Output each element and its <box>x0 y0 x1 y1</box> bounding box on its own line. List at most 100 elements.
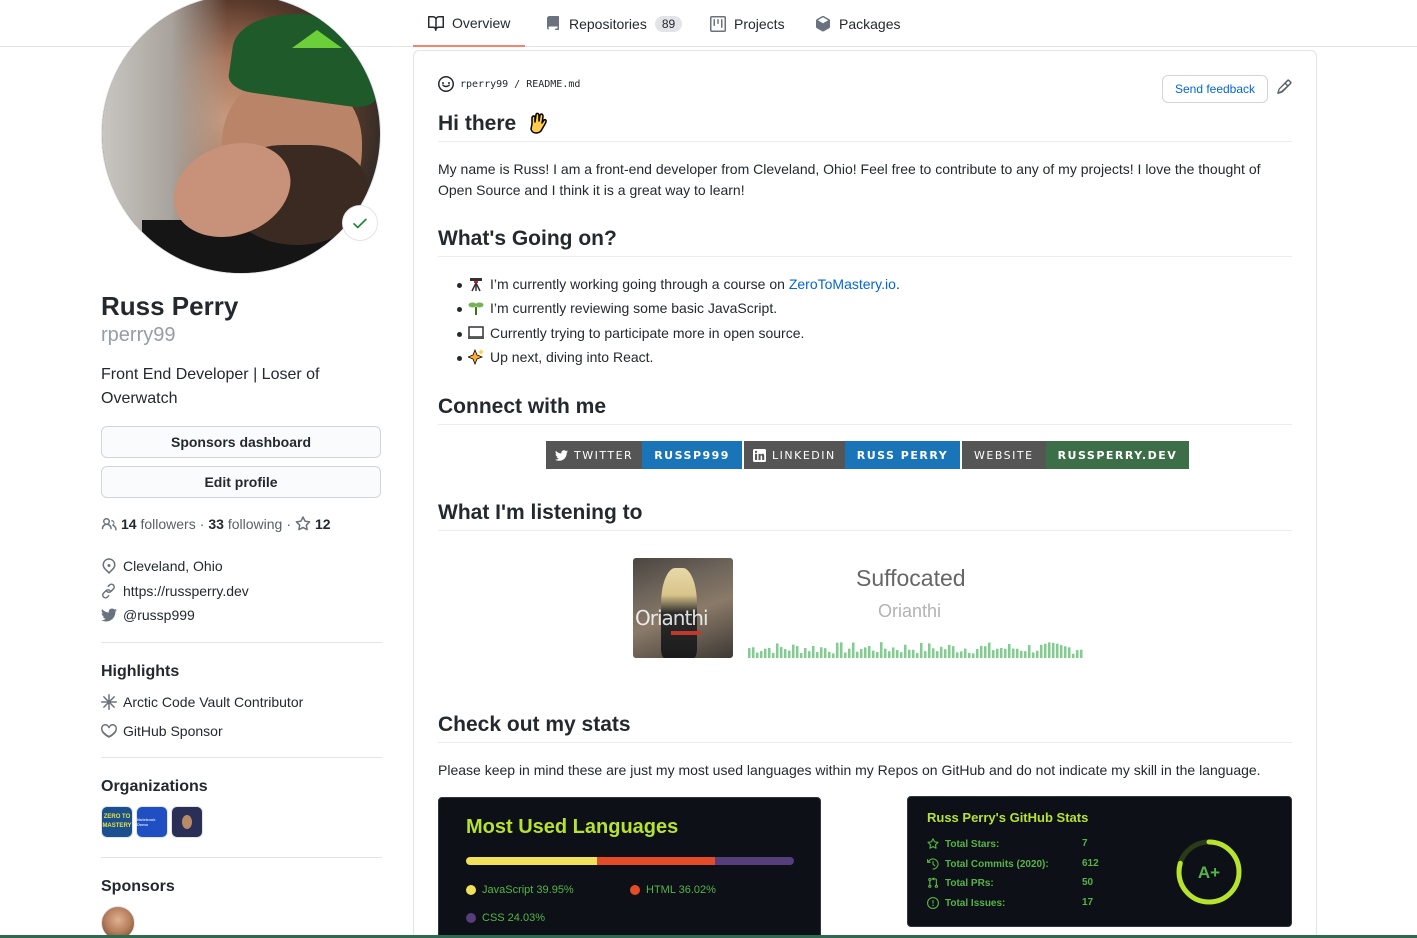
readme-heading-going-on: What's Going on? <box>438 227 617 250</box>
readme-intro: My name is Russ! I am a front-end develo… <box>438 161 1261 198</box>
sponsors-dashboard-button[interactable]: Sponsors dashboard <box>101 426 381 458</box>
stat-total-commits-value: 612 <box>1082 858 1099 869</box>
follow-stats: 14 followers · 33 following · 12 <box>101 516 331 532</box>
rank-circle: A+ <box>1176 839 1242 905</box>
seedling-icon <box>468 302 484 315</box>
twitter-link[interactable]: @russp999 <box>101 607 195 623</box>
smiley-icon <box>438 76 454 92</box>
sponsors-title: Sponsors <box>101 878 175 895</box>
audio-visualizer <box>748 642 1083 658</box>
tab-packages-label: Packages <box>839 15 901 32</box>
profile-username: rperry99 <box>101 324 176 346</box>
tab-repositories[interactable]: Repositories 89 <box>545 0 683 47</box>
org-avatar-zero-to-mastery[interactable]: ZERO TO MASTERY <box>101 806 133 838</box>
list-item: I’m currently reviewing some basic JavaS… <box>456 300 777 316</box>
stat-total-stars-value: 7 <box>1082 838 1088 849</box>
star-icon <box>927 838 939 849</box>
tab-projects[interactable]: Projects <box>710 0 785 47</box>
song-artist: Orianthi <box>878 601 942 621</box>
following-link[interactable]: 33 following <box>208 516 282 532</box>
readme-path: rperry99 / README.md <box>438 76 580 92</box>
profile-bio: Front End Developer | Loser of Overwatch <box>101 366 320 407</box>
readme-heading-stats: Check out my stats <box>438 713 631 736</box>
github-stats-title: Russ Perry's GitHub Stats <box>927 810 1089 825</box>
status-badge[interactable] <box>342 205 378 241</box>
highlights-title: Highlights <box>101 663 180 680</box>
stat-total-stars: Total Stars: <box>927 838 999 850</box>
twitter-icon <box>555 449 568 461</box>
package-icon <box>816 15 830 32</box>
stat-total-prs-value: 50 <box>1082 877 1094 888</box>
waving-hand-icon <box>526 112 548 134</box>
album-cover[interactable]: Orianthi <box>633 558 733 658</box>
repositories-count-badge: 89 <box>654 15 683 32</box>
send-feedback-button[interactable]: Send feedback <box>1162 75 1268 103</box>
twitter-icon <box>101 608 117 622</box>
divider <box>101 857 382 858</box>
tab-projects-label: Projects <box>734 15 785 32</box>
readme-heading-hi: Hi there <box>438 112 548 136</box>
repo-icon <box>547 15 559 30</box>
song-title[interactable]: Suffocated <box>856 565 966 592</box>
divider <box>101 757 382 758</box>
issue-icon <box>927 897 939 909</box>
people-icon <box>101 518 117 531</box>
avatar[interactable] <box>101 0 381 274</box>
sponsor-avatar[interactable] <box>101 906 135 938</box>
divider <box>438 530 1292 531</box>
check-icon <box>353 218 367 229</box>
organizations-title: Organizations <box>101 778 208 795</box>
language-bar-segment <box>715 857 794 865</box>
readme-heading-listening: What I'm listening to <box>438 501 643 524</box>
sparkles-icon <box>468 349 484 365</box>
stat-total-commits: Total Commits (2020): <box>927 858 1049 870</box>
highlight-arctic[interactable]: Arctic Code Vault Contributor <box>101 694 303 710</box>
org-avatar-dark[interactable] <box>171 806 203 838</box>
twitter-badge[interactable]: TWITTER RUSSP999 <box>546 441 742 469</box>
location-icon <box>102 558 116 574</box>
star-icon <box>295 516 311 531</box>
pull-request-icon <box>928 877 939 889</box>
highlight-sponsor[interactable]: GitHub Sponsor <box>101 723 223 739</box>
history-icon <box>927 858 939 870</box>
project-icon <box>710 15 726 32</box>
link-icon <box>102 583 115 599</box>
languages-bar <box>466 857 794 865</box>
divider <box>438 742 1292 743</box>
stat-total-prs: Total PRs: <box>927 877 994 889</box>
tab-overview[interactable]: Overview <box>413 0 526 47</box>
list-item: I’m currently working going through a co… <box>457 276 900 292</box>
zerotomastery-link[interactable]: ZeroToMastery.io <box>789 276 896 292</box>
profile-fullname: Russ Perry <box>101 291 239 321</box>
linkedin-badge[interactable]: LINKEDIN RUSS PERRY <box>744 441 961 469</box>
snowflake-icon <box>101 694 117 710</box>
followers-link[interactable]: 14 followers <box>121 516 196 532</box>
languages-title: Most Used Languages <box>466 816 679 838</box>
edit-profile-button[interactable]: Edit profile <box>101 466 381 498</box>
readme-heading-connect: Connect with me <box>438 395 607 418</box>
linkedin-icon <box>753 448 766 462</box>
edit-readme-button[interactable] <box>1276 79 1292 100</box>
language-bar-segment <box>466 857 598 865</box>
readme-file-link[interactable]: README.md <box>526 79 580 90</box>
language-legend-item: HTML 36.02% <box>630 884 716 896</box>
readme-user-link[interactable]: rperry99 <box>460 79 508 90</box>
stars-count[interactable]: 12 <box>315 516 331 532</box>
location: Cleveland, Ohio <box>101 558 223 574</box>
book-icon <box>428 15 444 31</box>
divider <box>438 256 1292 257</box>
telescope-icon <box>470 278 482 292</box>
language-legend-item: JavaScript 39.95% <box>466 884 574 896</box>
divider <box>438 141 1292 142</box>
pencil-icon <box>1277 79 1292 94</box>
heart-icon <box>101 724 117 738</box>
language-legend-item: CSS 24.03% <box>466 912 545 924</box>
stat-total-issues-value: 17 <box>1082 897 1094 908</box>
org-avatar-notebook[interactable]: Notebook Demo <box>136 806 168 838</box>
language-bar-segment <box>597 857 716 865</box>
website-link[interactable]: https://russperry.dev <box>101 583 249 599</box>
website-badge[interactable]: WEBSITE RUSSPERRY.DEV <box>962 441 1190 469</box>
stats-note: Please keep in mind these are just my mo… <box>438 762 1261 778</box>
list-item: Up next, diving into React. <box>456 349 653 365</box>
tab-packages[interactable]: Packages <box>815 0 900 47</box>
